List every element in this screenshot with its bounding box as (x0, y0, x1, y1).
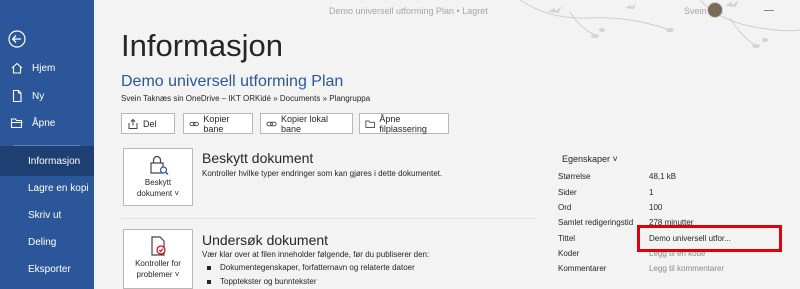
sidebar-item-label: Åpne (32, 117, 56, 129)
open-file-location-button[interactable]: Åpne filplassering (359, 113, 449, 134)
window-doc-title: Demo universell utforming Plan • Lagret (329, 6, 488, 16)
sidebar-item-label: Hjem (32, 62, 56, 74)
property-label: Størrelse (558, 172, 591, 181)
list-item: Dokumentegenskaper, forfatternavn og rel… (207, 263, 415, 272)
list-item-text: Dokumentegenskaper, forfatternavn og rel… (220, 263, 415, 272)
protect-document-button[interactable]: Beskytt dokument ˅ (123, 148, 193, 206)
property-label: Ord (558, 203, 572, 212)
share-button[interactable]: Del (121, 113, 175, 134)
list-item: Topptekster og bunntekster (207, 277, 317, 286)
sidebar-item-label: Eksporter (28, 263, 71, 275)
breadcrumb[interactable]: Svein Taknæs sin OneDrive – IKT ORKidé »… (121, 94, 370, 103)
back-arrow-icon[interactable] (8, 30, 26, 48)
title-bar: Demo universell utforming Plan • Lagret … (94, 0, 800, 22)
property-label: Tittel (558, 234, 576, 243)
property-value: 48,1 kB (649, 172, 677, 181)
sidebar-item-info[interactable]: Informasjon (0, 146, 94, 176)
open-folder-icon (10, 118, 23, 129)
avatar[interactable] (707, 2, 723, 18)
open-file-location-label: Åpne filplassering (379, 113, 427, 134)
section-divider (121, 218, 536, 219)
backstage-sidebar: Hjem Ny Åpne Informasjon Lagre en kopi S… (0, 0, 94, 289)
inspect-document-title: Undersøk dokument (202, 232, 329, 248)
copy-local-path-label: Kopier lokal bane (281, 113, 329, 134)
bullet-icon (207, 279, 211, 284)
sidebar-item-label: Lagre en kopi (28, 182, 89, 194)
sidebar-item-share[interactable]: Deling (0, 227, 94, 257)
property-label: Kommentarer (558, 264, 607, 273)
check-for-issues-label-1: Kontroller for (135, 259, 181, 268)
sidebar-item-label: Informasjon (28, 155, 81, 167)
property-label: Sider (558, 188, 577, 197)
sidebar-item-open[interactable]: Åpne (0, 108, 94, 138)
property-label: Samlet redigeringstid (558, 218, 634, 227)
copy-path-button[interactable]: Kopier bane (183, 113, 253, 134)
share-label: Del (143, 118, 157, 129)
protect-document-title: Beskytt dokument (202, 150, 314, 166)
sidebar-item-save-copy[interactable]: Lagre en kopi (0, 173, 94, 203)
sidebar-item-export[interactable]: Eksporter (0, 254, 94, 284)
page-title: Informasjon (121, 28, 283, 63)
link-icon (189, 121, 199, 126)
copy-local-path-button[interactable]: Kopier lokal bane (260, 113, 353, 134)
document-check-icon (151, 236, 166, 256)
copy-path-label: Kopier bane (203, 113, 230, 134)
check-for-issues-label-2: problemer ˅ (136, 270, 180, 279)
sidebar-item-new[interactable]: Ny (0, 81, 94, 111)
document-name: Demo universell utforming Plan (121, 73, 344, 90)
properties-dropdown[interactable]: Egenskaper ˅ (562, 154, 618, 164)
sidebar-item-label: Deling (28, 236, 57, 248)
property-value: 100 (649, 203, 663, 212)
protect-document-label-1: Beskytt (144, 178, 172, 187)
protect-document-label-2: dokument ˅ (136, 189, 180, 198)
list-item-text: Topptekster og bunntekster (220, 277, 317, 286)
folder-icon (365, 120, 375, 128)
sidebar-item-print[interactable]: Skriv ut (0, 200, 94, 230)
protect-document-description: Kontroller hvilke typer endringer som ka… (202, 169, 443, 178)
link-icon (266, 121, 277, 126)
home-icon (11, 62, 23, 74)
sidebar-item-label: Skriv ut (28, 209, 62, 221)
lock-icon (150, 155, 169, 175)
sidebar-item-label: Ny (32, 90, 45, 102)
minimize-icon[interactable] (764, 10, 774, 11)
sidebar-item-home[interactable]: Hjem (0, 53, 94, 83)
property-value: 1 (649, 188, 654, 197)
bullet-icon (207, 265, 211, 270)
highlight-annotation-box (637, 225, 782, 252)
comments-property-field[interactable]: Legg til kommentarer (649, 264, 724, 273)
property-label: Koder (558, 249, 580, 258)
new-document-icon (12, 89, 22, 103)
share-icon (128, 118, 138, 129)
check-for-issues-button[interactable]: Kontroller for problemer ˅ (123, 229, 193, 289)
inspect-document-description: Vær klar over at filen inneholder følgen… (202, 250, 430, 259)
